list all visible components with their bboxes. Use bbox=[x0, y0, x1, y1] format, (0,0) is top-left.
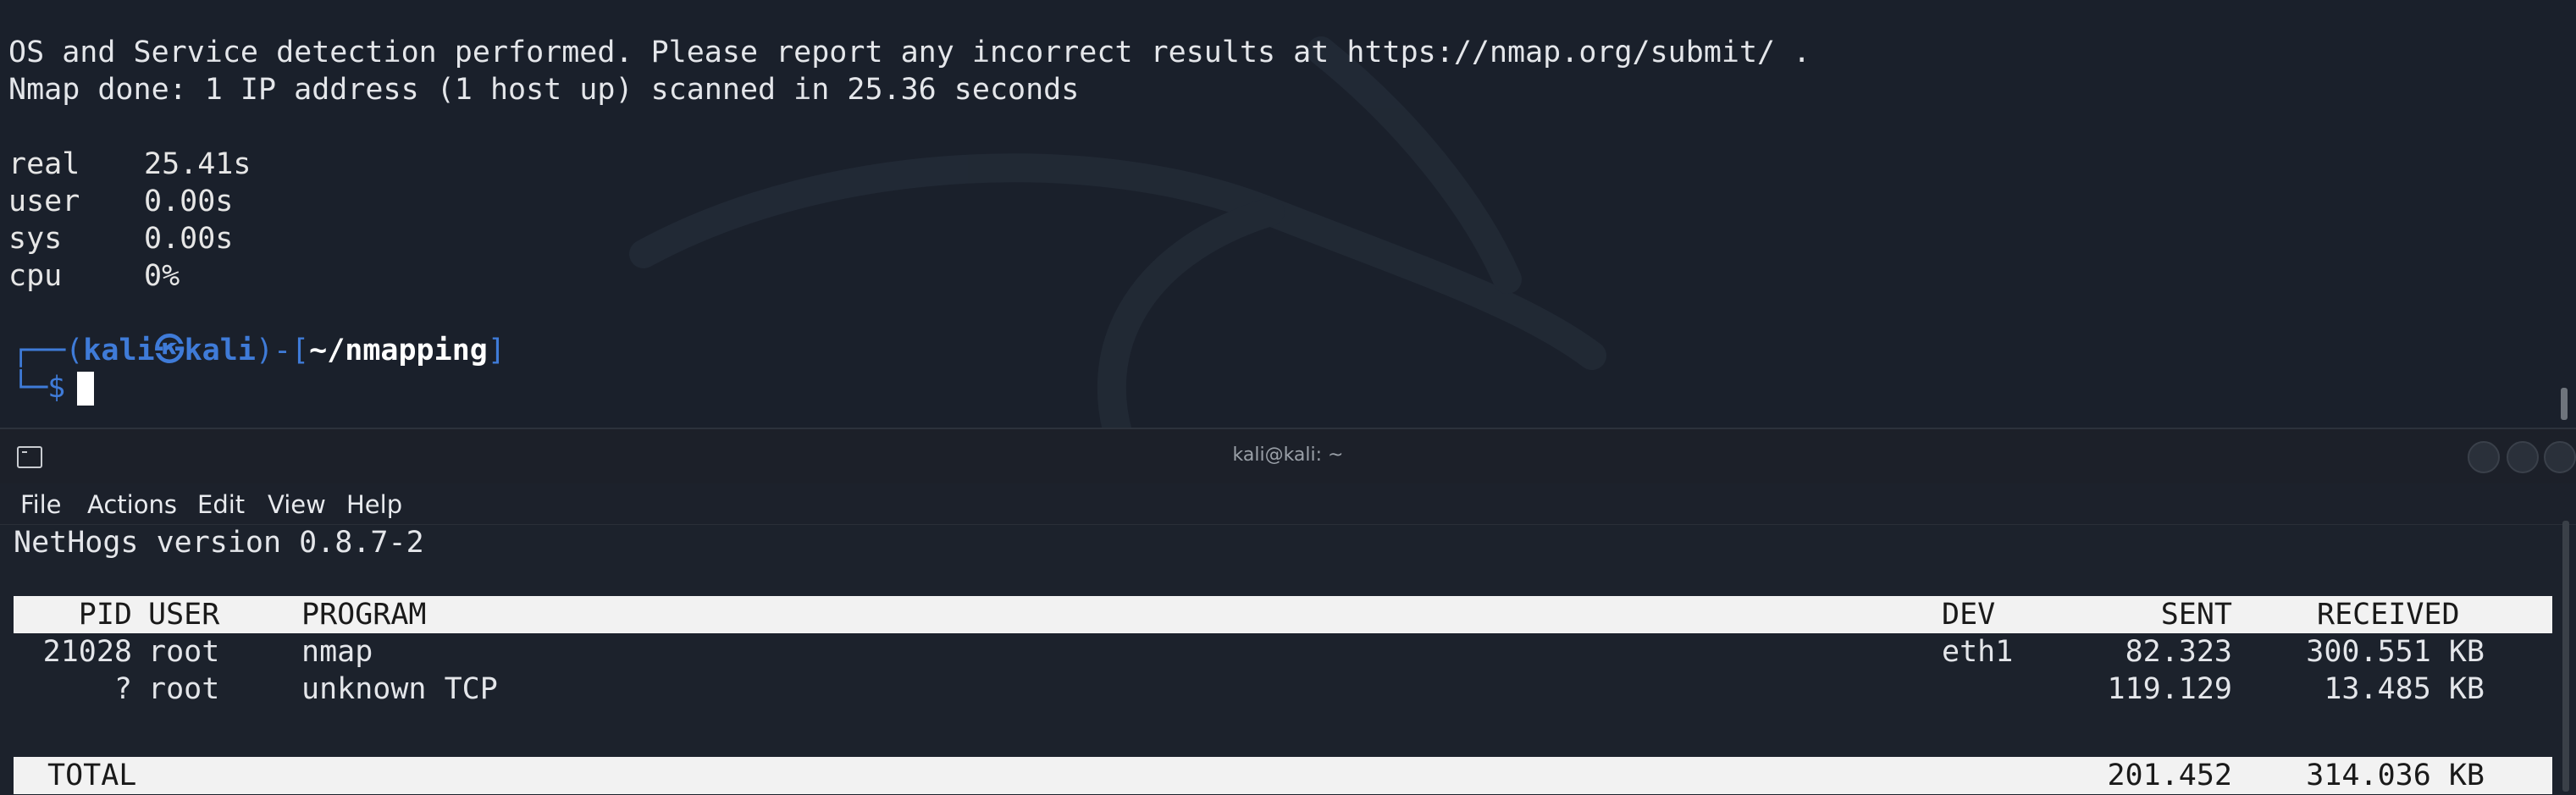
total-row: TOTAL 201.452 314.036 KB bbox=[14, 757, 2552, 794]
row-sent: 82.323 bbox=[2125, 635, 2232, 669]
scrollbar[interactable] bbox=[2562, 521, 2569, 792]
window-title: kali@kali: ~ bbox=[1232, 444, 1344, 466]
timing-user: user 0.00s bbox=[8, 185, 234, 218]
header-sent: SENT bbox=[2160, 598, 2232, 632]
menu-actions[interactable]: Actions bbox=[87, 490, 177, 519]
row-pid: ? bbox=[113, 672, 132, 706]
row-received: 13.485 KB bbox=[2324, 672, 2485, 706]
scrollbar[interactable] bbox=[2561, 388, 2568, 420]
row-received: 300.551 KB bbox=[2306, 635, 2485, 669]
menu-file[interactable]: File bbox=[20, 490, 62, 519]
row-program: unknown TCP bbox=[301, 672, 498, 706]
timing-real: real 25.41s bbox=[8, 147, 252, 181]
table-header: PID USER PROGRAM DEV SENT RECEIVED bbox=[14, 596, 2552, 633]
total-sent: 201.452 bbox=[2107, 759, 2232, 792]
top-terminal: OS and Service detection performed. Plea… bbox=[0, 0, 2576, 428]
header-user: USER bbox=[148, 598, 220, 632]
nethogs-output: NetHogs version 0.8.7-2 PID USER PROGRAM… bbox=[0, 524, 2576, 795]
menu-view[interactable]: View bbox=[268, 490, 326, 519]
header-program: PROGRAM bbox=[301, 598, 427, 632]
header-dev: DEV bbox=[1942, 598, 1996, 632]
header-pid: PID bbox=[78, 598, 132, 632]
total-label: TOTAL bbox=[47, 759, 137, 792]
nethogs-window: kali@kali: ~ File Actions Edit View Help… bbox=[0, 428, 2576, 795]
row-dev: eth1 bbox=[1942, 635, 2014, 669]
menu-edit[interactable]: Edit bbox=[197, 490, 245, 519]
timing-sys: sys 0.00s bbox=[8, 222, 234, 256]
close-button[interactable] bbox=[2544, 441, 2576, 473]
row-pid: 21028 bbox=[42, 635, 132, 669]
maximize-button[interactable] bbox=[2507, 441, 2539, 473]
title-bar: kali@kali: ~ bbox=[0, 428, 2576, 485]
version-line: NetHogs version 0.8.7-2 bbox=[14, 526, 424, 560]
output-line: OS and Service detection performed. Plea… bbox=[8, 36, 1811, 69]
menu-bar: File Actions Edit View Help bbox=[0, 483, 2576, 525]
row-user: root bbox=[148, 635, 220, 669]
text-cursor bbox=[77, 372, 95, 406]
timing-cpu: cpu 0% bbox=[8, 259, 180, 293]
row-program: nmap bbox=[301, 635, 373, 669]
minimize-button[interactable] bbox=[2468, 441, 2500, 473]
menu-help[interactable]: Help bbox=[346, 490, 402, 519]
total-received: 314.036 KB bbox=[2306, 759, 2485, 792]
row-user: root bbox=[148, 672, 220, 706]
header-received: RECEIVED bbox=[2317, 598, 2460, 632]
output-line: Nmap done: 1 IP address (1 host up) scan… bbox=[8, 73, 1080, 107]
row-sent: 119.129 bbox=[2107, 672, 2232, 706]
shell-input-line[interactable]: └─$ bbox=[12, 369, 95, 406]
shell-prompt: ┌──(kali㉿kali)-[~/nmapping] bbox=[12, 334, 506, 367]
